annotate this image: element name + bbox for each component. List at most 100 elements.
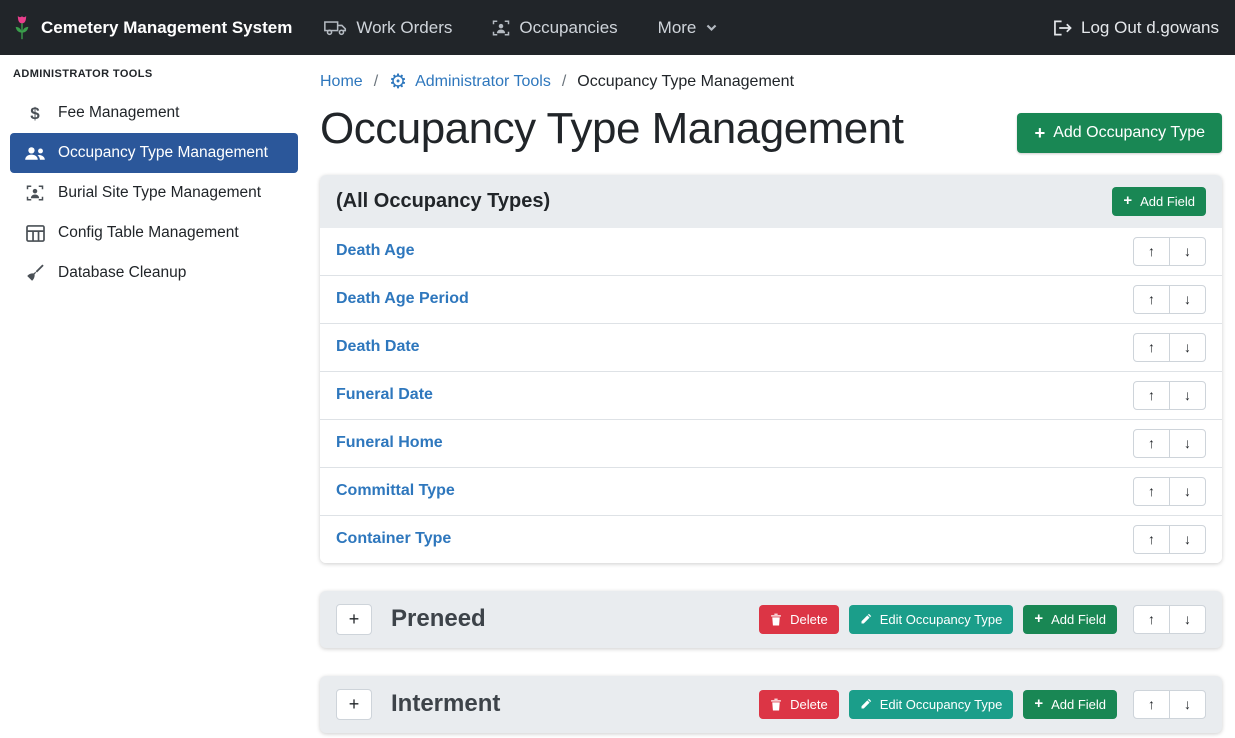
sidebar-item-fee-management[interactable]: $ Fee Management (10, 93, 298, 133)
chevron-down-icon (705, 21, 718, 34)
delete-label: Delete (790, 697, 828, 712)
field-link[interactable]: Funeral Date (336, 386, 433, 404)
table-icon (23, 225, 47, 242)
field-link[interactable]: Death Date (336, 338, 420, 356)
top-navbar: Cemetery Management System Work Orders (0, 0, 1235, 55)
reorder-buttons: ↑ ↓ (1133, 237, 1206, 266)
card-header: (All Occupancy Types) + Add Field (320, 175, 1222, 228)
add-field-button[interactable]: + Add Field (1023, 690, 1117, 719)
card-title: (All Occupancy Types) (336, 190, 550, 213)
nav-item-work-orders[interactable]: Work Orders (324, 18, 452, 38)
move-down-button[interactable]: ↓ (1169, 333, 1206, 362)
move-down-button[interactable]: ↓ (1169, 605, 1206, 634)
person-frame-icon (492, 19, 510, 37)
move-up-button[interactable]: ↑ (1133, 381, 1170, 410)
sidebar-item-config-table-management[interactable]: Config Table Management (10, 213, 298, 253)
breadcrumb-home-link[interactable]: Home (320, 73, 363, 91)
tulip-logo-icon (12, 14, 32, 41)
expand-button[interactable]: + (336, 689, 372, 720)
sidebar-heading: ADMINISTRATOR TOOLS (0, 68, 308, 93)
section-controls: Delete Edit Occupancy Type + Add Field ↑ (759, 605, 1206, 634)
move-up-button[interactable]: ↑ (1133, 605, 1170, 634)
reorder-buttons: ↑ ↓ (1133, 285, 1206, 314)
plus-icon: + (1034, 124, 1045, 142)
sidebar-item-label: Database Cleanup (58, 264, 186, 282)
sidebar-item-occupancy-type-management[interactable]: Occupancy Type Management (10, 133, 298, 173)
logout-button[interactable]: Log Out d.gowans (1054, 18, 1219, 38)
add-occupancy-type-button[interactable]: + Add Occupancy Type (1017, 113, 1222, 153)
breadcrumb-current: Occupancy Type Management (577, 73, 794, 91)
app-brand[interactable]: Cemetery Management System (12, 14, 292, 41)
add-field-button[interactable]: + Add Field (1112, 187, 1206, 216)
field-row: Death Age ↑ ↓ (320, 228, 1222, 276)
field-link[interactable]: Container Type (336, 530, 451, 548)
plus-icon: + (1123, 194, 1132, 209)
move-down-button[interactable]: ↓ (1169, 381, 1206, 410)
nav-item-label: More (658, 18, 697, 38)
move-up-button[interactable]: ↑ (1133, 429, 1170, 458)
reorder-buttons: ↑ ↓ (1133, 690, 1206, 719)
add-field-label: Add Field (1051, 612, 1106, 627)
truck-icon (324, 20, 347, 36)
move-down-button[interactable]: ↓ (1169, 690, 1206, 719)
delete-label: Delete (790, 612, 828, 627)
delete-button[interactable]: Delete (759, 690, 839, 719)
breadcrumb-separator: / (562, 73, 566, 91)
field-link[interactable]: Committal Type (336, 482, 455, 500)
pencil-icon (860, 698, 872, 710)
gear-icon: ⚙ (389, 72, 407, 92)
breadcrumb-admin-tools-link[interactable]: ⚙ Administrator Tools (389, 72, 551, 92)
move-down-button[interactable]: ↓ (1169, 237, 1206, 266)
trash-icon (770, 613, 782, 626)
move-up-button[interactable]: ↑ (1133, 525, 1170, 554)
field-row: Committal Type ↑ ↓ (320, 468, 1222, 516)
move-up-button[interactable]: ↑ (1133, 690, 1170, 719)
sidebar-item-label: Burial Site Type Management (58, 184, 261, 202)
field-link[interactable]: Death Age Period (336, 290, 469, 308)
move-up-button[interactable]: ↑ (1133, 285, 1170, 314)
sidebar-item-burial-site-type-management[interactable]: Burial Site Type Management (10, 173, 298, 213)
reorder-buttons: ↑ ↓ (1133, 429, 1206, 458)
edit-occupancy-type-button[interactable]: Edit Occupancy Type (849, 690, 1014, 719)
sidebar-item-database-cleanup[interactable]: Database Cleanup (10, 253, 298, 293)
breadcrumb-admin-tools-label: Administrator Tools (415, 73, 551, 91)
field-row: Funeral Home ↑ ↓ (320, 420, 1222, 468)
reorder-buttons: ↑ ↓ (1133, 605, 1206, 634)
field-row: Funeral Date ↑ ↓ (320, 372, 1222, 420)
move-down-button[interactable]: ↓ (1169, 429, 1206, 458)
sidebar: ADMINISTRATOR TOOLS $ Fee Management Occ… (0, 55, 308, 738)
add-field-button[interactable]: + Add Field (1023, 605, 1117, 634)
move-down-button[interactable]: ↓ (1169, 525, 1206, 554)
move-down-button[interactable]: ↓ (1169, 477, 1206, 506)
section-interment: + Interment Delete (320, 676, 1222, 733)
move-up-button[interactable]: ↑ (1133, 477, 1170, 506)
nav-item-more[interactable]: More (658, 18, 719, 38)
sidebar-item-label: Fee Management (58, 104, 180, 122)
delete-button[interactable]: Delete (759, 605, 839, 634)
reorder-buttons: ↑ ↓ (1133, 381, 1206, 410)
reorder-buttons: ↑ ↓ (1133, 477, 1206, 506)
move-up-button[interactable]: ↑ (1133, 237, 1170, 266)
logout-label: Log Out d.gowans (1081, 18, 1219, 38)
section-title: Interment (391, 690, 500, 718)
field-link[interactable]: Funeral Home (336, 434, 443, 452)
trash-icon (770, 698, 782, 711)
breadcrumb: Home / ⚙ Administrator Tools / Occupancy… (320, 72, 1222, 92)
section-preneed: + Preneed Delete (320, 591, 1222, 648)
app-title: Cemetery Management System (41, 18, 292, 38)
edit-occupancy-type-button[interactable]: Edit Occupancy Type (849, 605, 1014, 634)
move-up-button[interactable]: ↑ (1133, 333, 1170, 362)
expand-button[interactable]: + (336, 604, 372, 635)
reorder-buttons: ↑ ↓ (1133, 525, 1206, 554)
edit-occupancy-type-label: Edit Occupancy Type (880, 697, 1003, 712)
move-down-button[interactable]: ↓ (1169, 285, 1206, 314)
dollar-icon: $ (23, 105, 47, 122)
nav-item-occupancies[interactable]: Occupancies (492, 18, 617, 38)
reorder-buttons: ↑ ↓ (1133, 333, 1206, 362)
field-row: Death Date ↑ ↓ (320, 324, 1222, 372)
add-occupancy-type-label: Add Occupancy Type (1053, 124, 1205, 142)
section-title: Preneed (391, 605, 486, 633)
person-frame-icon (23, 184, 47, 202)
nav-links: Work Orders Occupancies More (324, 18, 718, 38)
field-link[interactable]: Death Age (336, 242, 415, 260)
